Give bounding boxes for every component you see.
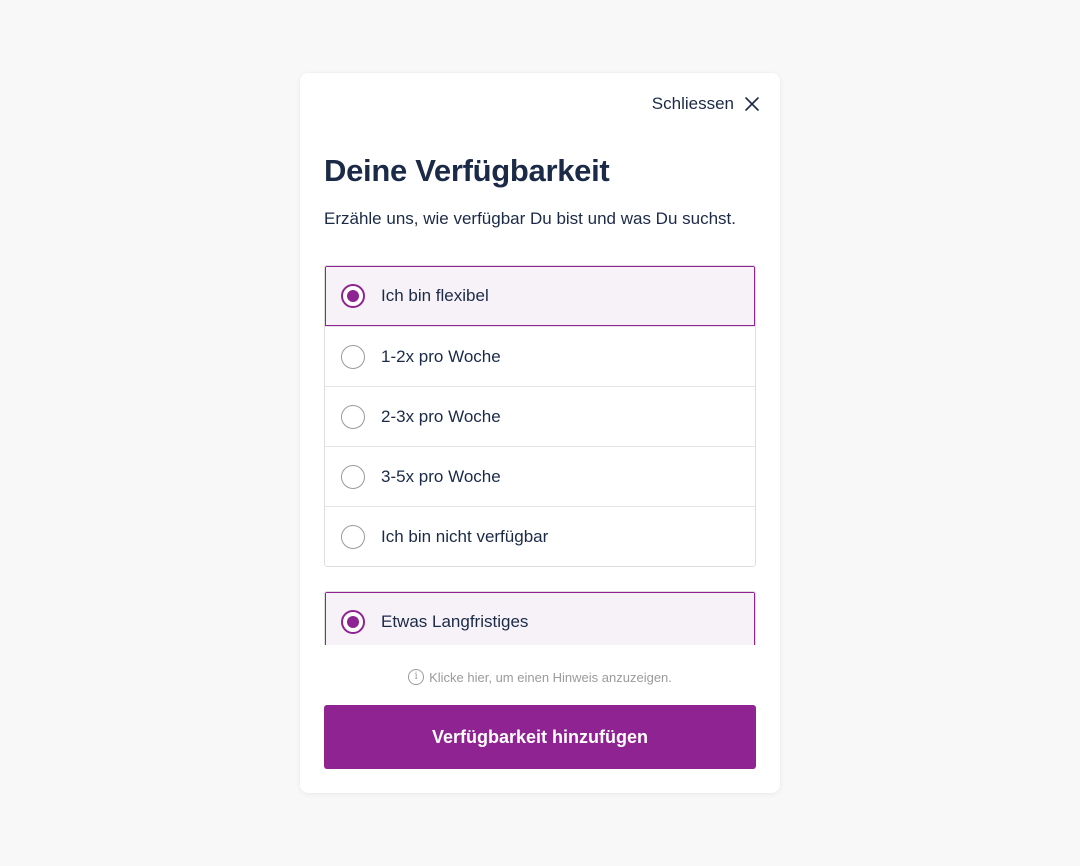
- option-label: Ich bin flexibel: [381, 286, 489, 305]
- close-icon: [745, 97, 759, 111]
- radio-option-not-available[interactable]: Ich bin nicht verfügbar: [325, 506, 755, 566]
- hint-link[interactable]: i Klicke hier, um einen Hinweis anzuzeig…: [300, 669, 780, 685]
- close-label: Schliessen: [651, 94, 734, 113]
- option-label: Etwas Langfristiges: [381, 612, 529, 631]
- duration-radio-group: Etwas Langfristiges: [324, 591, 756, 645]
- add-availability-button[interactable]: Verfügbarkeit hinzufügen: [324, 705, 756, 769]
- modal-title: Deine Verfügbarkeit: [324, 153, 610, 188]
- options-scroll-area[interactable]: Ich bin flexibel 1-2x pro Woche 2-3x pro…: [324, 265, 756, 645]
- radio-option-long-term[interactable]: Etwas Langfristiges: [325, 592, 755, 645]
- frequency-radio-group: Ich bin flexibel 1-2x pro Woche 2-3x pro…: [324, 265, 756, 567]
- hint-text: Klicke hier, um einen Hinweis anzuzeigen…: [429, 669, 672, 685]
- option-label: Ich bin nicht verfügbar: [381, 526, 549, 546]
- radio-selected-icon[interactable]: [341, 610, 365, 634]
- radio-icon[interactable]: [341, 524, 365, 549]
- radio-icon[interactable]: [341, 344, 365, 369]
- radio-icon[interactable]: [341, 464, 365, 489]
- info-icon: i: [408, 669, 425, 685]
- option-label: 2-3x pro Woche: [381, 406, 501, 426]
- close-button[interactable]: Schliessen: [652, 92, 760, 116]
- radio-selected-icon[interactable]: [341, 284, 365, 308]
- option-label: 3-5x pro Woche: [381, 466, 501, 486]
- radio-option-1-2x[interactable]: 1-2x pro Woche: [325, 326, 755, 386]
- option-label: 1-2x pro Woche: [381, 346, 501, 366]
- radio-option-3-5x[interactable]: 3-5x pro Woche: [325, 446, 755, 506]
- radio-option-flexible[interactable]: Ich bin flexibel: [325, 266, 755, 326]
- radio-icon[interactable]: [341, 404, 365, 429]
- availability-modal: Schliessen Deine Verfügbarkeit Erzähle u…: [300, 73, 780, 793]
- radio-option-2-3x[interactable]: 2-3x pro Woche: [325, 386, 755, 446]
- modal-subtitle: Erzähle uns, wie verfügbar Du bist und w…: [324, 209, 736, 228]
